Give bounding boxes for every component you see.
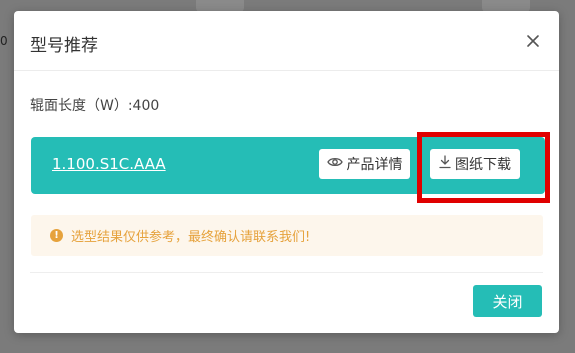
close-icon[interactable] [525,33,541,49]
download-highlight-box [417,132,550,203]
product-detail-button[interactable]: 产品详情 [319,149,410,179]
backdrop-text: 0 [0,34,8,48]
notice-text: 选型结果仅供参考，最终确认请联系我们! [71,230,311,245]
dialog-title: 型号推荐 [30,36,98,56]
notice-banner: ! 选型结果仅供参考，最终确认请联系我们! [31,215,543,256]
eye-icon [326,156,343,172]
footer-divider [30,272,543,273]
roller-length-field: 辊面长度（W）:400 [30,98,160,114]
close-button[interactable]: 关闭 [473,285,542,317]
model-code-link[interactable]: 1.100.S1C.AAA [52,155,166,173]
warning-icon: ! [50,229,63,242]
model-recommendation-dialog: 型号推荐 辊面长度（W）:400 1.100.S1C.AAA 产品详情 图纸下载… [14,11,559,333]
dialog-header: 型号推荐 [14,11,559,71]
product-detail-label: 产品详情 [346,157,403,173]
